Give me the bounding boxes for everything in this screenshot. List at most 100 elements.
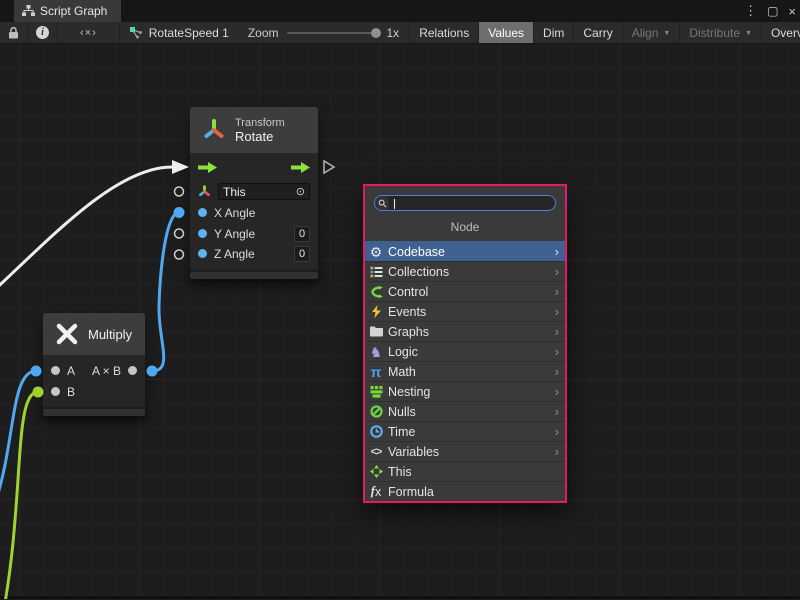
- relations-button[interactable]: Relations: [410, 22, 479, 43]
- tab-script-graph[interactable]: Script Graph: [14, 0, 121, 22]
- dim-button[interactable]: Dim: [534, 22, 574, 43]
- y-angle-port-stub[interactable]: [175, 229, 184, 238]
- item-label: Nulls: [388, 405, 551, 419]
- item-label: Nesting: [388, 385, 551, 399]
- finder-item-nesting[interactable]: Nesting ›: [365, 381, 565, 401]
- zoom-slider-handle[interactable]: [371, 28, 381, 38]
- finder-item-graphs[interactable]: Graphs ›: [365, 321, 565, 341]
- zoom-slider[interactable]: [287, 32, 379, 34]
- info-button[interactable]: i: [28, 22, 58, 43]
- finder-item-codebase[interactable]: ⚙ Codebase ›: [365, 241, 565, 261]
- multiply-output-stub[interactable]: [147, 366, 158, 377]
- time-clock-icon: [368, 424, 384, 440]
- align-button[interactable]: Align ▼: [623, 22, 681, 43]
- dim-label: Dim: [543, 26, 564, 40]
- z-angle-value-field[interactable]: 0: [294, 246, 310, 262]
- window-close-icon[interactable]: ×: [788, 4, 796, 19]
- result-output-port-icon[interactable]: [128, 366, 137, 375]
- z-angle-port-icon[interactable]: [198, 249, 207, 258]
- node-category-label: Transform: [235, 117, 285, 129]
- item-label: Logic: [388, 345, 551, 359]
- lock-button[interactable]: [0, 22, 28, 43]
- chevron-right-icon: ›: [555, 264, 561, 279]
- multiply-node-header[interactable]: Multiply: [43, 313, 145, 355]
- node-title-label: Rotate: [235, 129, 285, 144]
- y-angle-port-row[interactable]: Y Angle 0: [190, 223, 318, 244]
- z-angle-label: Z Angle: [214, 247, 287, 261]
- item-label: This: [388, 465, 561, 479]
- window-bottom-edge: [0, 596, 800, 599]
- flow-input-arrow-icon[interactable]: [198, 162, 217, 173]
- tab-label: Script Graph: [40, 4, 107, 18]
- graph-toolbar: i ‹×› RotateSpeed 1 Zoom 1x Relations Va…: [0, 22, 800, 44]
- carry-button[interactable]: Carry: [574, 22, 622, 43]
- y-angle-port-icon[interactable]: [198, 229, 207, 238]
- edit-script-button[interactable]: ‹×›: [58, 22, 120, 43]
- a-port-row[interactable]: A A × B: [43, 360, 145, 381]
- text-caret: [394, 199, 395, 209]
- finder-item-collections[interactable]: Collections ›: [365, 261, 565, 281]
- chevron-right-icon: ›: [555, 384, 561, 399]
- align-dropdown-icon: ▼: [663, 30, 670, 37]
- finder-item-this[interactable]: This: [365, 461, 565, 481]
- finder-search-box[interactable]: [374, 195, 556, 211]
- finder-item-variables[interactable]: <> Variables ›: [365, 441, 565, 461]
- b-input-wire[interactable]: [0, 392, 38, 599]
- finder-item-time[interactable]: Time ›: [365, 421, 565, 441]
- distribute-label: Distribute: [689, 26, 740, 40]
- multiply-node[interactable]: Multiply A A × B B: [43, 313, 145, 416]
- tab-bar: Script Graph ⋮ ▢ ×: [0, 0, 800, 22]
- a-input-port-icon[interactable]: [51, 366, 60, 375]
- b-port-row[interactable]: B: [43, 381, 145, 402]
- window-maximize-icon[interactable]: ▢: [767, 4, 778, 18]
- b-input-label: B: [67, 385, 137, 399]
- this-object-field[interactable]: This ⊙: [218, 183, 310, 200]
- finder-item-events[interactable]: Events ›: [365, 301, 565, 321]
- chevron-right-icon: ›: [555, 244, 561, 259]
- finder-item-formula[interactable]: fx Formula: [365, 481, 565, 501]
- flow-output-arrow-icon[interactable]: [291, 162, 310, 173]
- distribute-dropdown-icon: ▼: [745, 30, 752, 37]
- values-button[interactable]: Values: [479, 22, 534, 43]
- finder-item-math[interactable]: π Math ›: [365, 361, 565, 381]
- z-angle-port-row[interactable]: Z Angle 0: [190, 244, 318, 265]
- flow-output-stub[interactable]: [324, 161, 334, 173]
- transform-node-body: This ⊙ X Angle Y Angle 0 Z Angle 0: [190, 153, 318, 270]
- this-arrows-icon: [368, 464, 384, 480]
- multiply-node-footer: [43, 409, 145, 416]
- multiply-b-stub[interactable]: [33, 387, 44, 398]
- graph-breadcrumb-button[interactable]: RotateSpeed 1: [120, 22, 238, 43]
- flow-ports-row: [190, 153, 318, 181]
- this-port-stub[interactable]: [175, 187, 184, 196]
- x-angle-port-row[interactable]: X Angle: [190, 202, 318, 223]
- x-angle-port-stub[interactable]: [174, 207, 185, 218]
- z-angle-port-stub[interactable]: [175, 250, 184, 259]
- formula-fx-icon: fx: [368, 484, 384, 500]
- result-output-label: A × B: [92, 364, 121, 378]
- item-label: Control: [388, 285, 551, 299]
- this-port-row[interactable]: This ⊙: [190, 181, 318, 202]
- finder-item-logic[interactable]: ♞ Logic ›: [365, 341, 565, 361]
- finder-item-control[interactable]: Control ›: [365, 281, 565, 301]
- flow-wire[interactable]: [0, 167, 172, 296]
- x-angle-port-icon[interactable]: [198, 208, 207, 217]
- object-picker-icon[interactable]: ⊙: [296, 185, 305, 198]
- graph-canvas[interactable]: Transform Rotate: [0, 44, 800, 599]
- y-angle-value-field[interactable]: 0: [294, 226, 310, 242]
- item-label: Time: [388, 425, 551, 439]
- transform-node-header[interactable]: Transform Rotate: [190, 107, 318, 153]
- multiply-a-stub[interactable]: [31, 366, 42, 377]
- graph-hierarchy-icon: [22, 5, 35, 17]
- chevron-right-icon: ›: [555, 424, 561, 439]
- transform-rotate-node[interactable]: Transform Rotate: [190, 107, 318, 279]
- b-input-port-icon[interactable]: [51, 387, 60, 396]
- multiply-to-xangle-wire[interactable]: [152, 213, 179, 372]
- finder-item-nulls[interactable]: Nulls ›: [365, 401, 565, 421]
- a-input-wire[interactable]: [0, 371, 36, 506]
- distribute-button[interactable]: Distribute ▼: [680, 22, 762, 43]
- overview-button[interactable]: Overview: [762, 22, 800, 43]
- control-branch-icon: [368, 284, 384, 300]
- finder-header: Node: [365, 211, 565, 241]
- window-menu-icon[interactable]: ⋮: [744, 3, 757, 19]
- finder-search-input[interactable]: [390, 196, 555, 210]
